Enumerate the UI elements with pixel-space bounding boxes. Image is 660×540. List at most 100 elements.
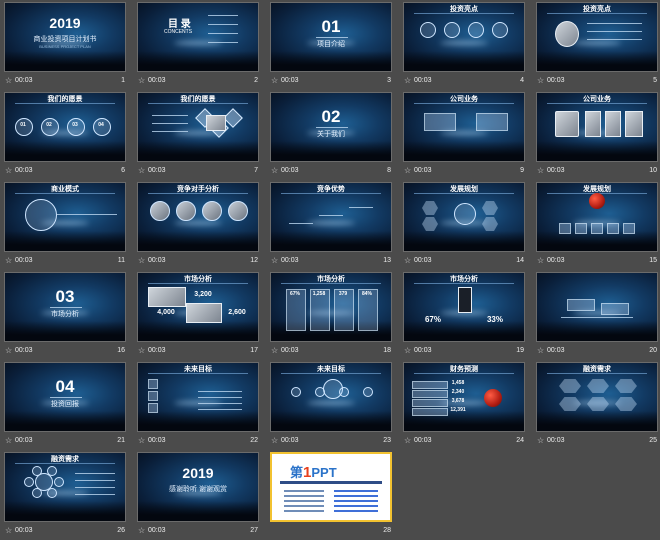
star-icon[interactable]: ☆ [5, 256, 14, 265]
horizon-glow [573, 41, 621, 45]
red-planet [589, 193, 605, 209]
slide-thumbnail[interactable]: 我们的愿景 01 02 03 04 [4, 92, 126, 162]
slide-thumbnail[interactable]: 未来目标 [270, 362, 392, 432]
slide-thumbnail[interactable]: 03 市场分析 [4, 272, 126, 342]
horizon-ground [138, 501, 258, 521]
star-icon[interactable]: ☆ [5, 166, 14, 175]
star-icon[interactable]: ☆ [404, 76, 413, 85]
star-icon[interactable]: ☆ [271, 346, 280, 355]
slide-thumbnail[interactable]: 融资需求 [4, 452, 126, 522]
slide-timing: 00:03 [15, 167, 33, 174]
star-icon[interactable]: ☆ [138, 166, 147, 175]
petal-circle [31, 488, 42, 499]
horizon-ground [138, 321, 258, 341]
slide-number: 28 [383, 527, 391, 534]
photo [206, 115, 226, 131]
step-line [349, 207, 373, 208]
slide-thumbnail[interactable]: 发展规划 [403, 182, 525, 252]
finance-value: 2,340 [451, 389, 465, 395]
slide-thumbnail[interactable]: 投资亮点 [403, 2, 525, 72]
star-icon[interactable]: ☆ [404, 256, 413, 265]
horizon-ground [138, 411, 258, 431]
slide-cell: 市场分析 67% 1,258 379 84% ☆ 00:03 18 [270, 272, 392, 360]
star-icon[interactable]: ☆ [537, 166, 546, 175]
text-line [75, 473, 115, 474]
star-icon[interactable]: ☆ [5, 436, 14, 445]
slide-label-row: ☆ 00:03 8 [270, 164, 392, 178]
stat-value: 3,200 [194, 291, 212, 298]
slide-thumbnail[interactable]: 公司业务 [403, 92, 525, 162]
slide-thumbnail[interactable]: 04 投资回报 [4, 362, 126, 432]
slide-thumbnail[interactable]: 未来目标 [137, 362, 259, 432]
star-icon[interactable]: ☆ [404, 436, 413, 445]
highlight-circle [468, 22, 484, 38]
slide-thumbnail[interactable]: 目 录 CONCENTS [137, 2, 259, 72]
slide-timing: 00:03 [15, 77, 33, 84]
slide-cell: 未来目标 ☆ 00:03 22 [137, 362, 259, 450]
slide-thumbnail[interactable] [536, 272, 658, 342]
slide-number: 20 [649, 347, 657, 354]
slide-cell: 02 关于我们 ☆ 00:03 8 [270, 92, 392, 180]
star-icon[interactable]: ☆ [138, 256, 147, 265]
text-line [284, 500, 324, 502]
star-icon[interactable]: ☆ [537, 436, 546, 445]
slide-timing: 00:03 [281, 347, 299, 354]
slide-thumbnail[interactable]: 2019 商业投资项目计划书 BUSINESS PROJECT PLAN [4, 2, 126, 72]
slide-thumbnail[interactable]: 投资亮点 [536, 2, 658, 72]
star-icon[interactable]: ☆ [138, 76, 147, 85]
star-icon[interactable]: ☆ [271, 76, 280, 85]
slide-number: 2 [254, 77, 258, 84]
slide-thumbnail[interactable]: 发展规划 [536, 182, 658, 252]
text-line [75, 487, 115, 488]
star-icon[interactable]: ☆ [537, 76, 546, 85]
slide-thumbnail[interactable]: 公司业务 [536, 92, 658, 162]
slide-number: 13 [383, 257, 391, 264]
slide-thumbnail[interactable]: 竞争优势 [270, 182, 392, 252]
toc-line [208, 24, 238, 25]
star-icon[interactable]: ☆ [271, 166, 280, 175]
stat-value: 84% [361, 291, 372, 297]
hex-badge [615, 397, 637, 411]
slide-cell: 发展规划 ☆ 00:03 15 [536, 182, 658, 270]
slide-thumbnail[interactable]: 财务预测 1,458 2,340 3,678 12,391 [403, 362, 525, 432]
globe [25, 199, 57, 231]
slide-thumbnail[interactable]: 2019 感谢聆听 谢谢观赏 [137, 452, 259, 522]
slide-thumbnail[interactable]: 融资需求 [536, 362, 658, 432]
slide-thumbnail[interactable]: 市场分析 67% 1,258 379 84% [270, 272, 392, 342]
hex-badge [422, 217, 438, 231]
star-icon[interactable]: ☆ [537, 346, 546, 355]
slide-thumbnail[interactable]: 商业模式 [4, 182, 126, 252]
slide-cell: 市场分析 67% 33% ☆ 00:03 19 [403, 272, 525, 360]
slide-thumbnail[interactable]: 02 关于我们 [270, 92, 392, 162]
star-icon[interactable]: ☆ [404, 166, 413, 175]
star-icon[interactable]: ☆ [138, 346, 147, 355]
finance-value: 3,678 [451, 398, 465, 404]
star-icon[interactable]: ☆ [5, 346, 14, 355]
star-icon[interactable]: ☆ [537, 256, 546, 265]
star-icon[interactable]: ☆ [138, 436, 147, 445]
slide-cell: 01 项目介绍 ☆ 00:03 3 [270, 2, 392, 90]
slide-label-row: ☆ 00:03 23 [270, 434, 392, 448]
header-rule [15, 193, 115, 194]
star-icon[interactable]: ☆ [404, 346, 413, 355]
text-line [587, 39, 642, 40]
slide-thumbnail[interactable]: 第1PPT [270, 452, 392, 522]
section-number: 04 [55, 377, 75, 396]
slide-thumbnail[interactable]: 市场分析 3,200 4,000 2,600 [137, 272, 259, 342]
header-rule [547, 373, 647, 374]
horizon-ground [404, 231, 524, 251]
star-icon[interactable]: ☆ [5, 76, 14, 85]
logo-part: 第 [290, 465, 304, 480]
slide-thumbnail[interactable]: 竞争对手分析 [137, 182, 259, 252]
star-icon[interactable]: ☆ [138, 526, 147, 535]
photo-ring [176, 201, 196, 221]
slide-thumbnail[interactable]: 我们的愿景 [137, 92, 259, 162]
star-icon[interactable]: ☆ [5, 526, 14, 535]
slide-label-row: ☆ 00:03 22 [137, 434, 259, 448]
horizon-ground [537, 321, 657, 341]
star-icon[interactable]: ☆ [271, 256, 280, 265]
star-icon[interactable]: ☆ [271, 436, 280, 445]
slide-thumbnail[interactable]: 市场分析 67% 33% [403, 272, 525, 342]
slide-cell: 市场分析 3,200 4,000 2,600 ☆ 00:03 17 [137, 272, 259, 360]
slide-thumbnail[interactable]: 01 项目介绍 [270, 2, 392, 72]
